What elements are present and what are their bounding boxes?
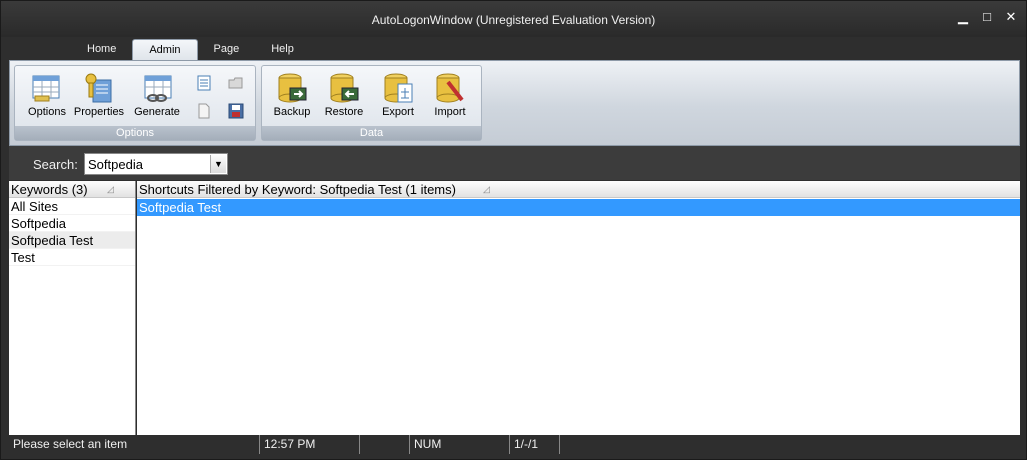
import-label: Import bbox=[434, 106, 466, 118]
status-bar: Please select an item 12:57 PM NUM 1/-/1 bbox=[9, 435, 1020, 454]
keywords-header-label: Keywords (3) bbox=[11, 182, 88, 197]
title-bar: AutoLogonWindow (Unregistered Evaluation… bbox=[1, 1, 1026, 37]
import-button[interactable]: Import bbox=[424, 70, 476, 124]
sort-icon: ◿ bbox=[107, 184, 114, 194]
save-icon[interactable] bbox=[227, 102, 245, 120]
tab-admin[interactable]: Admin bbox=[132, 39, 198, 61]
backup-button[interactable]: Backup bbox=[266, 70, 318, 124]
tab-home[interactable]: Home bbox=[71, 39, 132, 61]
keywords-header[interactable]: Keywords (3) ◿ bbox=[9, 181, 135, 198]
generate-button[interactable]: Generate bbox=[129, 70, 185, 124]
close-button[interactable]: ✕ bbox=[1004, 9, 1018, 25]
database-import-icon bbox=[434, 72, 466, 104]
generate-label: Generate bbox=[134, 106, 180, 118]
options-group-label: Options bbox=[15, 126, 255, 140]
chevron-down-icon[interactable]: ▼ bbox=[210, 155, 226, 173]
keyword-item[interactable]: All Sites bbox=[9, 198, 135, 215]
database-backup-icon bbox=[276, 72, 308, 104]
keyword-item[interactable]: Softpedia Test bbox=[9, 232, 135, 249]
keyword-item[interactable]: Test bbox=[9, 249, 135, 266]
database-export-icon bbox=[382, 72, 414, 104]
shortcut-item[interactable]: Softpedia Test bbox=[137, 199, 1020, 216]
export-label: Export bbox=[382, 106, 414, 118]
table-link-icon bbox=[141, 72, 173, 104]
search-combobox[interactable]: Softpedia ▼ bbox=[84, 153, 228, 175]
app-window: AutoLogonWindow (Unregistered Evaluation… bbox=[0, 0, 1027, 460]
status-page: 1/-/1 bbox=[509, 435, 538, 454]
ribbon-tabs: Home Admin Page Help bbox=[9, 37, 1020, 61]
shortcuts-header[interactable]: Shortcuts Filtered by Keyword: Softpedia… bbox=[137, 181, 1020, 198]
keywords-list: Keywords (3) ◿ All Sites Softpedia Softp… bbox=[9, 181, 136, 435]
status-divider bbox=[559, 435, 564, 454]
options-button[interactable]: Options bbox=[21, 70, 73, 124]
ribbon: Options Properties Generate Options Back… bbox=[9, 60, 1020, 146]
data-group: Backup Restore Export Import Data bbox=[261, 65, 482, 141]
status-time: 12:57 PM bbox=[259, 435, 315, 454]
new-document-icon[interactable] bbox=[195, 102, 213, 120]
status-num: NUM bbox=[409, 435, 441, 454]
shortcuts-header-label: Shortcuts Filtered by Keyword: Softpedia… bbox=[139, 182, 456, 197]
window-title: AutoLogonWindow (Unregistered Evaluation… bbox=[371, 13, 656, 27]
export-button[interactable]: Export bbox=[372, 70, 424, 124]
backup-label: Backup bbox=[273, 106, 311, 118]
options-group: Options Properties Generate Options bbox=[14, 65, 256, 141]
key-card-icon bbox=[83, 72, 115, 104]
properties-button[interactable]: Properties bbox=[71, 70, 127, 124]
shortcuts-list: Shortcuts Filtered by Keyword: Softpedia… bbox=[137, 181, 1020, 435]
database-restore-icon bbox=[328, 72, 360, 104]
search-value: Softpedia bbox=[88, 157, 143, 172]
table-settings-icon bbox=[31, 72, 63, 104]
maximize-button[interactable]: □ bbox=[980, 9, 994, 25]
keyword-item[interactable]: Softpedia bbox=[9, 215, 135, 232]
restore-button[interactable]: Restore bbox=[318, 70, 370, 124]
restore-label: Restore bbox=[324, 106, 364, 118]
search-bar: Search: Softpedia ▼ bbox=[9, 146, 1020, 180]
tab-help[interactable]: Help bbox=[255, 39, 310, 61]
search-label: Search: bbox=[33, 157, 78, 172]
open-folder-icon[interactable] bbox=[227, 74, 245, 92]
properties-label: Properties bbox=[73, 106, 125, 118]
status-message: Please select an item bbox=[13, 437, 128, 451]
sort-icon: ◿ bbox=[483, 184, 490, 194]
status-blank bbox=[359, 435, 409, 454]
document-grid-icon[interactable] bbox=[195, 74, 213, 92]
data-group-label: Data bbox=[262, 126, 481, 140]
tab-page[interactable]: Page bbox=[198, 39, 256, 61]
minimize-button[interactable]: ▁ bbox=[956, 9, 970, 25]
options-label: Options bbox=[28, 106, 66, 118]
